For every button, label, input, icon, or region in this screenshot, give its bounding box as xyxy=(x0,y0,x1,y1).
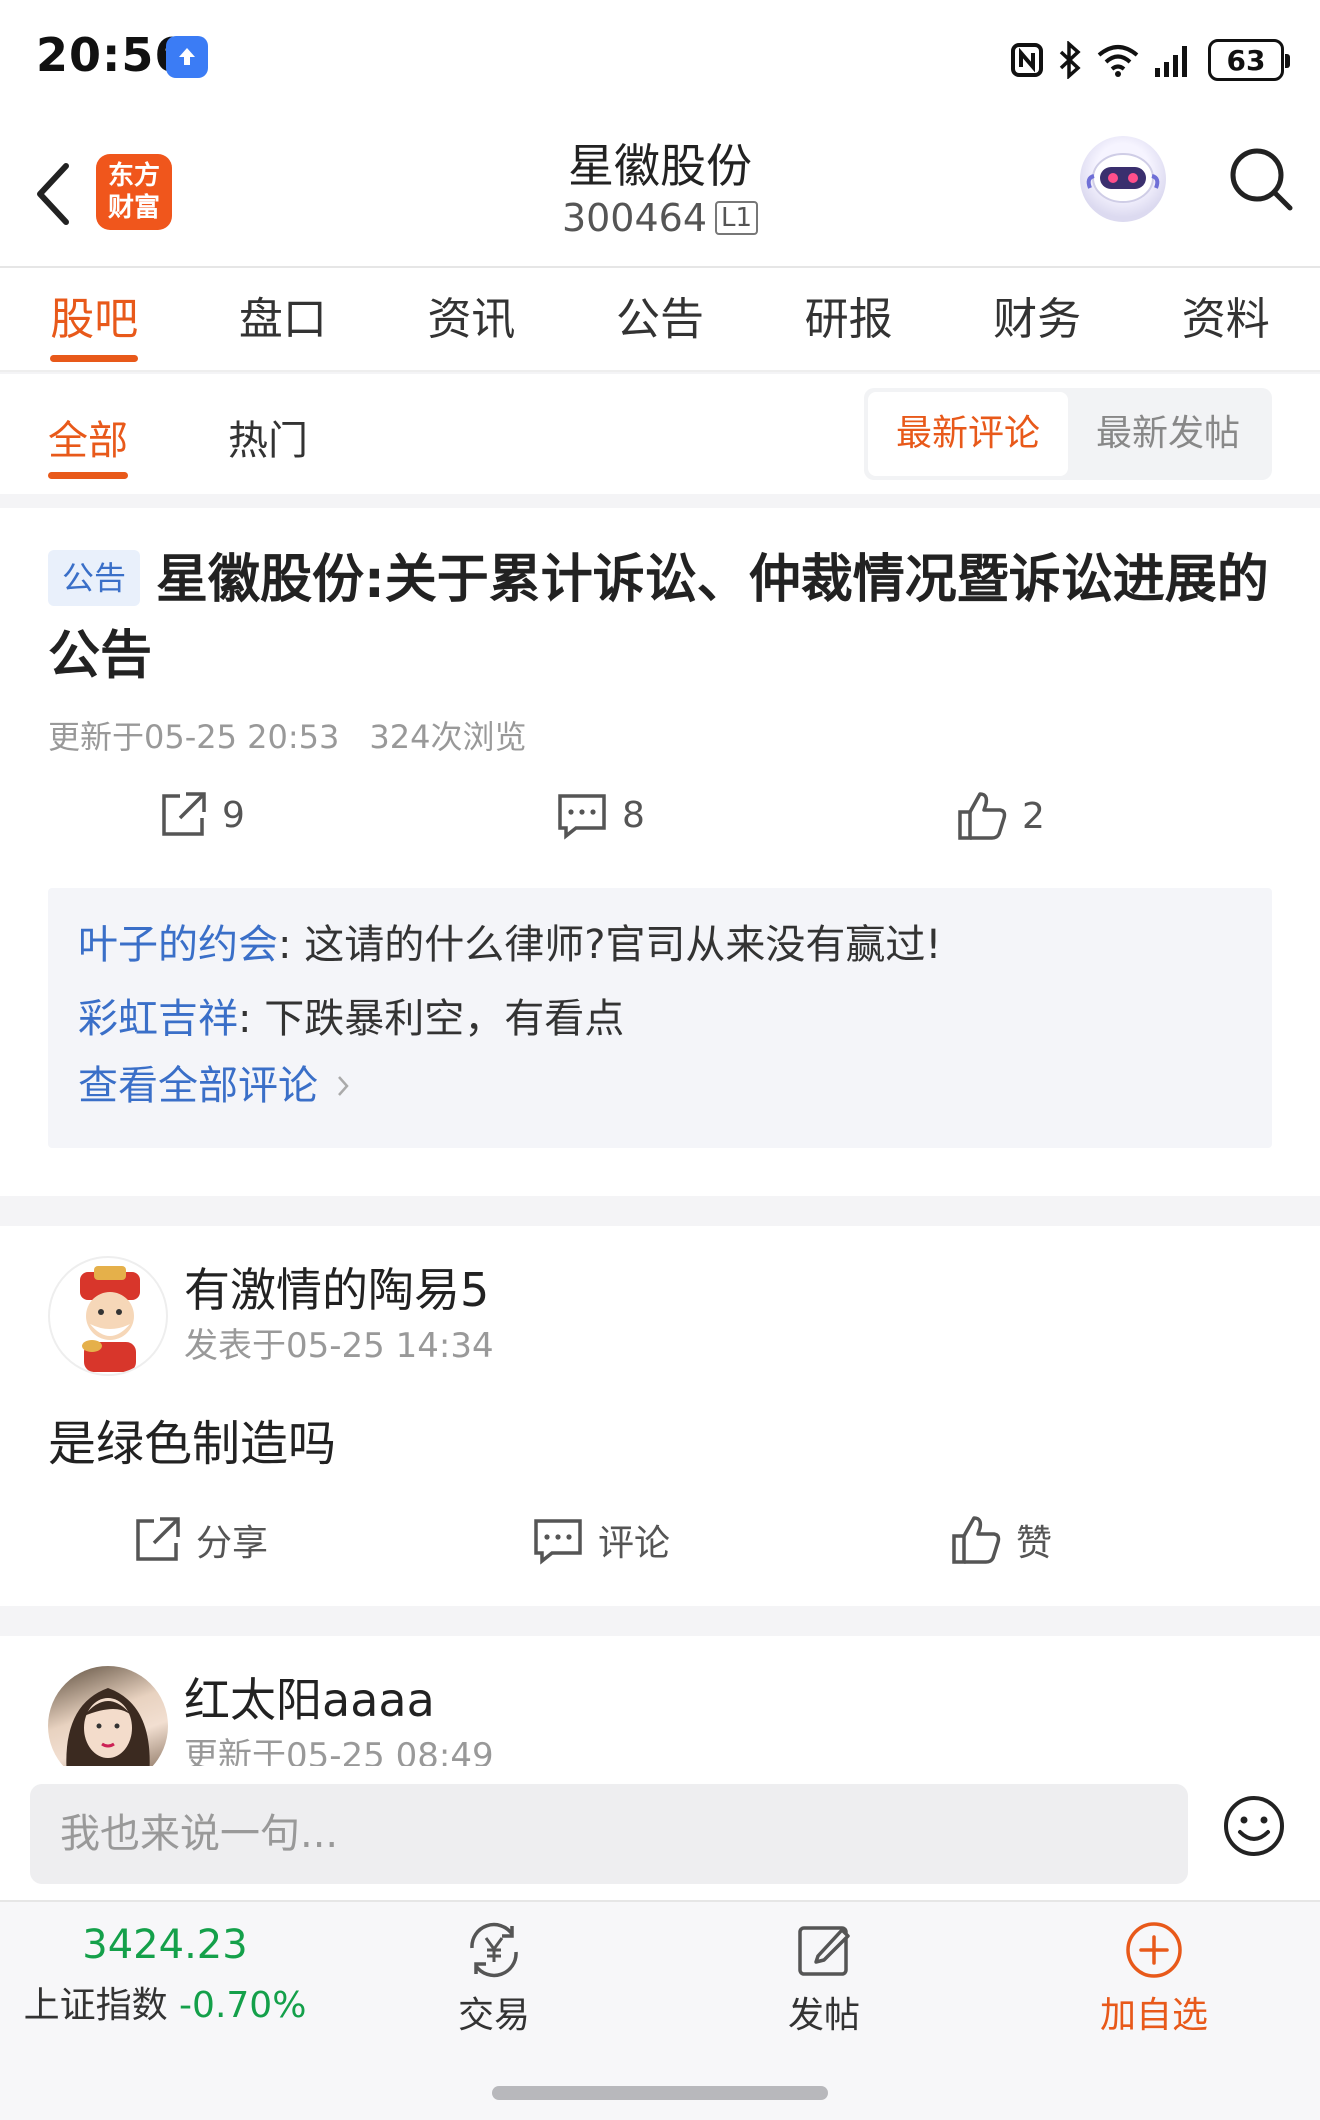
comment-item: 彩虹吉祥: 下跌暴利空，有看点 xyxy=(78,996,625,1042)
nav-trade-label: 交易 xyxy=(457,1995,530,2036)
comment-text: 这请的什么律师?官司从来没有赢过! xyxy=(304,922,942,968)
updated-time: 更新于05-25 20:53 xyxy=(48,718,340,756)
index-name: 上证指数 xyxy=(23,1985,168,2026)
robot-icon xyxy=(1086,153,1160,203)
comment-preview[interactable]: 叶子的约会: 这请的什么律师?官司从来没有赢过! 彩虹吉祥: 下跌暴利空，有看点… xyxy=(48,888,1272,1148)
tab-finance[interactable]: 财务 xyxy=(943,268,1132,370)
view-all-comments-link[interactable]: 查看全部评论 xyxy=(78,1066,1242,1106)
subtab-hot[interactable]: 热门 xyxy=(228,408,308,466)
announcement-card[interactable]: 公告 星徽股份:关于累计诉讼、仲裁情况暨诉讼进展的公告 更新于05-25 20:5… xyxy=(0,508,1320,1196)
fortune-god-avatar-icon xyxy=(80,1266,140,1372)
comment-author[interactable]: 彩虹吉祥 xyxy=(78,996,238,1042)
tab-guba[interactable]: 股吧 xyxy=(0,268,189,370)
comment-button[interactable]: 8 xyxy=(556,790,645,840)
emoji-button[interactable] xyxy=(1222,1794,1286,1858)
stock-code: 300464 xyxy=(561,196,708,240)
post-body[interactable]: 是绿色制造吗 xyxy=(48,1404,336,1474)
signal-icon xyxy=(1155,46,1187,77)
search-icon xyxy=(1230,148,1293,211)
status-time: 20:56 xyxy=(36,28,188,82)
status-bar: 20:56 63 xyxy=(0,0,1320,118)
nav-post[interactable]: 发帖 xyxy=(724,1920,924,2038)
share-icon xyxy=(162,792,206,836)
comment-text: 下跌暴利空，有看点 xyxy=(264,996,625,1042)
index-row: 上证指数 -0.70% xyxy=(0,1976,330,2028)
trade-yuan-icon xyxy=(470,1922,518,1978)
announcement-title-block[interactable]: 公告 星徽股份:关于累计诉讼、仲裁情况暨诉讼进展的公告 xyxy=(48,542,1278,694)
tab-announcements[interactable]: 公告 xyxy=(566,268,755,370)
share-label: 分享 xyxy=(196,1523,269,1564)
main-tabs: 股吧 盘口 资讯 公告 研报 财务 资料 xyxy=(0,268,1320,372)
bluetooth-icon xyxy=(1059,41,1081,79)
comment-item: 叶子的约会: 这请的什么律师?官司从来没有赢过! xyxy=(78,922,942,968)
post-time: 更新于05-25 08:49 xyxy=(184,1736,494,1766)
search-button[interactable] xyxy=(1226,144,1296,214)
subtab-all[interactable]: 全部 xyxy=(48,408,128,479)
tab-pankou[interactable]: 盘口 xyxy=(189,268,378,370)
upload-notification-icon xyxy=(166,36,208,78)
thumbs-up-icon xyxy=(958,792,1007,840)
status-icons: 63 xyxy=(1010,36,1290,84)
nfc-icon xyxy=(1011,43,1043,77)
view-count: 324次浏览 xyxy=(369,718,527,756)
level-badge: L1 xyxy=(715,201,759,235)
comment-label: 评论 xyxy=(598,1523,671,1564)
share-icon xyxy=(136,1517,180,1561)
nav-add-watchlist[interactable]: 加自选 xyxy=(1054,1920,1254,2038)
smiley-icon xyxy=(1224,1796,1284,1856)
nav-trade[interactable]: 交易 xyxy=(394,1920,594,2038)
battery-indicator: 63 xyxy=(1208,39,1290,81)
portrait-avatar-icon xyxy=(66,1688,150,1766)
compose-icon xyxy=(798,1926,850,1976)
index-value: 3424.23 xyxy=(82,1922,248,1968)
comment-icon xyxy=(534,1519,582,1565)
post-actions: 分享 评论 赞 xyxy=(0,1514,1320,1574)
tab-news[interactable]: 资讯 xyxy=(377,268,566,370)
plus-circle-icon xyxy=(1126,1922,1182,1978)
wifi-icon xyxy=(1097,45,1139,77)
nav-add-watchlist-label: 加自选 xyxy=(1099,1995,1208,2036)
stock-header: 东方 财富 星徽股份 300464 L1 xyxy=(0,118,1320,268)
tab-profile[interactable]: 资料 xyxy=(1131,268,1320,370)
comment-author[interactable]: 叶子的约会 xyxy=(78,922,278,968)
user-name[interactable]: 红太阳aaaa xyxy=(184,1664,435,1730)
chevron-right-icon xyxy=(338,1076,349,1096)
share-count: 9 xyxy=(222,794,245,836)
index-change: -0.70% xyxy=(179,1985,307,2026)
like-count: 2 xyxy=(1022,795,1045,837)
nav-post-label: 发帖 xyxy=(787,1995,860,2036)
user-avatar[interactable] xyxy=(48,1666,168,1766)
announcement-title: 星徽股份:关于累计诉讼、仲裁情况暨诉讼进展的公告 xyxy=(48,550,1269,686)
sort-latest-comment-button[interactable]: 最新评论 xyxy=(868,392,1068,476)
sort-toggle: 最新评论 最新发帖 xyxy=(864,388,1272,480)
post-card[interactable]: 红太阳aaaa 更新于05-25 08:49 xyxy=(0,1636,1320,1766)
comment-input[interactable]: 我也来说一句... xyxy=(30,1784,1188,1884)
comment-button[interactable]: 评论 xyxy=(532,1514,670,1566)
ai-assistant-button[interactable] xyxy=(1080,136,1166,222)
like-button[interactable]: 2 xyxy=(956,790,1045,842)
share-button[interactable]: 9 xyxy=(158,790,245,840)
sub-filter-bar: 全部 热门 最新评论 最新发帖 xyxy=(0,374,1320,494)
comment-count: 8 xyxy=(622,794,645,836)
share-button[interactable]: 分享 xyxy=(132,1514,268,1566)
comment-input-bar: 我也来说一句... xyxy=(0,1766,1320,1900)
tab-research[interactable]: 研报 xyxy=(754,268,943,370)
comment-icon xyxy=(558,794,606,840)
like-label: 赞 xyxy=(1016,1523,1053,1564)
announcement-actions: 9 8 2 xyxy=(0,790,1320,850)
post-time: 发表于05-25 14:34 xyxy=(184,1326,494,1366)
thumbs-up-icon xyxy=(952,1516,1001,1564)
home-indicator[interactable] xyxy=(492,2086,828,2100)
sort-latest-post-button[interactable]: 最新发帖 xyxy=(1068,392,1268,476)
post-card[interactable]: 有激情的陶易5 发表于05-25 14:34 是绿色制造吗 分享 评论 赞 xyxy=(0,1226,1320,1606)
announcement-tag: 公告 xyxy=(48,550,141,606)
user-name[interactable]: 有激情的陶易5 xyxy=(184,1254,489,1320)
announcement-meta: 更新于05-25 20:53 324次浏览 xyxy=(48,712,526,758)
user-avatar[interactable] xyxy=(48,1256,168,1376)
like-button[interactable]: 赞 xyxy=(950,1514,1052,1566)
